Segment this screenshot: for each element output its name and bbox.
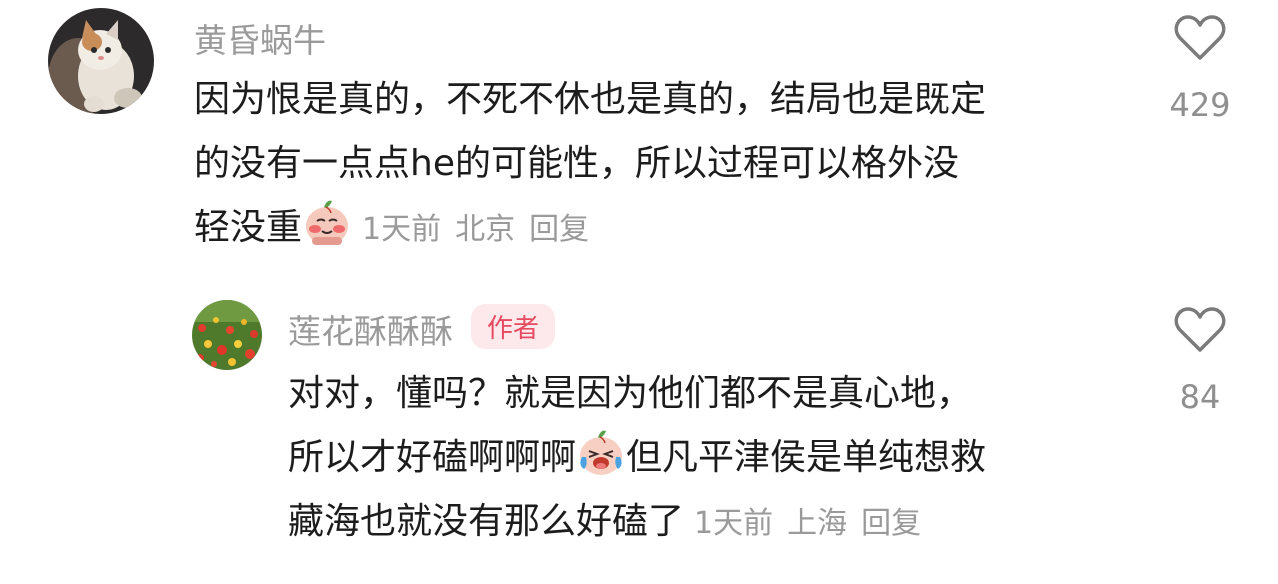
heart-icon — [1174, 15, 1226, 60]
comment-text-line: 因为恨是真的，不死不休也是真的，结局也是既定 — [194, 79, 987, 120]
comment-meta: 1天前 上海 回复 — [694, 506, 935, 541]
reply-comment-item: 莲花酥酥酥 作者 对对，懂吗？就是因为他们都不是真心地， 所以才好磕啊啊啊 但凡平… — [0, 290, 1278, 584]
comment-body: 因为恨是真的，不死不休也是真的，结局也是既定 的没有一点点he的可能性，所以过程… — [194, 68, 1144, 262]
blushing-peach-emoji-icon — [306, 200, 349, 245]
like-count: 429 — [1169, 86, 1231, 124]
crying-laughing-peach-emoji-icon — [580, 430, 623, 475]
heart-icon — [1174, 307, 1226, 352]
author-badge: 作者 — [471, 304, 556, 349]
reply-button[interactable]: 回复 — [529, 212, 589, 247]
reply-username-row: 莲花酥酥酥 作者 — [288, 304, 556, 353]
comment-time: 1天前 — [362, 212, 442, 247]
comment-body: 对对，懂吗？就是因为他们都不是真心地， 所以才好磕啊啊啊 但凡平津侯是单纯想救 … — [288, 362, 1138, 556]
comment-text-segment: 但凡平津侯是单纯想救 — [626, 437, 987, 478]
comment-text-line: 轻没重 — [194, 207, 303, 248]
like-count: 84 — [1179, 378, 1221, 416]
like-button[interactable]: 84 — [1155, 306, 1245, 416]
reply-button[interactable]: 回复 — [861, 506, 921, 541]
comment-last-line: 轻没重 1天前 北京 回复 — [194, 196, 1144, 262]
like-button[interactable]: 429 — [1155, 14, 1245, 124]
comment-text-line: 对对，懂吗？就是因为他们都不是真心地， — [288, 373, 973, 414]
avatar[interactable] — [48, 8, 154, 114]
comment-text-segment: 所以才好磕啊啊啊 — [288, 437, 577, 478]
avatar[interactable] — [192, 300, 262, 370]
comment-text-line-with-emoji: 所以才好磕啊啊啊 但凡平津侯是单纯想救 — [288, 426, 1138, 490]
kitten-avatar-icon — [48, 8, 154, 114]
comment-username[interactable]: 黄昏蜗牛 — [194, 14, 326, 62]
comment-meta: 1天前 北京 回复 — [362, 212, 603, 247]
comment-time: 1天前 — [694, 506, 774, 541]
comment-last-line: 藏海也就没有那么好磕了 1天前 上海 回复 — [288, 490, 1138, 556]
comment-username[interactable]: 莲花酥酥酥 — [288, 312, 453, 351]
comment-location: 上海 — [787, 506, 848, 541]
flower-field-avatar-icon — [192, 300, 262, 370]
comment-item: 黄昏蜗牛 因为恨是真的，不死不休也是真的，结局也是既定 的没有一点点he的可能性… — [0, 0, 1278, 270]
comment-location: 北京 — [455, 212, 516, 247]
comment-text-line: 的没有一点点he的可能性，所以过程可以格外没 — [194, 143, 959, 184]
comment-text-line: 藏海也就没有那么好磕了 — [288, 501, 685, 542]
